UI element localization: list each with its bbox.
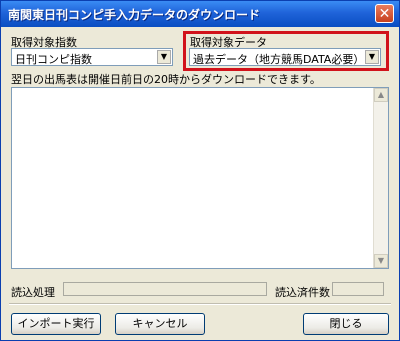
- scroll-up-icon[interactable]: ▲: [374, 88, 388, 102]
- read-count-label: 読込済件数: [275, 286, 330, 299]
- note-text: 翌日の出馬表は開催日前日の20時からダウンロードできます。: [11, 73, 321, 86]
- dialog-window: 南関東日刊コンピ手入力データのダウンロード ✕ 取得対象指数 日刊コンピ指数 ▼…: [0, 0, 400, 341]
- close-window-button[interactable]: ✕: [375, 4, 394, 23]
- import-button[interactable]: インポート実行: [11, 313, 101, 335]
- data-type-select[interactable]: 過去データ（地方競馬DATA必要） ▼: [189, 48, 381, 66]
- title-bar: 南関東日刊コンピ手入力データのダウンロード ✕: [1, 1, 399, 27]
- log-textarea[interactable]: ▲ ▼: [11, 87, 389, 269]
- chevron-down-icon[interactable]: ▼: [365, 50, 379, 64]
- separator: [9, 303, 391, 305]
- vertical-scrollbar[interactable]: ▲ ▼: [373, 88, 388, 268]
- read-process-label: 読込処理: [11, 286, 55, 299]
- index-type-value: 日刊コンピ指数: [15, 53, 92, 66]
- chevron-down-icon[interactable]: ▼: [157, 50, 171, 64]
- window-title: 南関東日刊コンピ手入力データのダウンロード: [8, 8, 261, 22]
- index-type-select[interactable]: 日刊コンピ指数 ▼: [11, 48, 173, 66]
- data-type-value: 過去データ（地方競馬DATA必要）: [193, 53, 365, 66]
- close-icon: ✕: [378, 6, 391, 22]
- close-button[interactable]: 閉じる: [303, 313, 389, 335]
- read-progress-bar: [63, 282, 267, 296]
- cancel-button[interactable]: キャンセル: [115, 313, 205, 335]
- read-count-field: [332, 282, 384, 296]
- scroll-down-icon[interactable]: ▼: [374, 254, 388, 268]
